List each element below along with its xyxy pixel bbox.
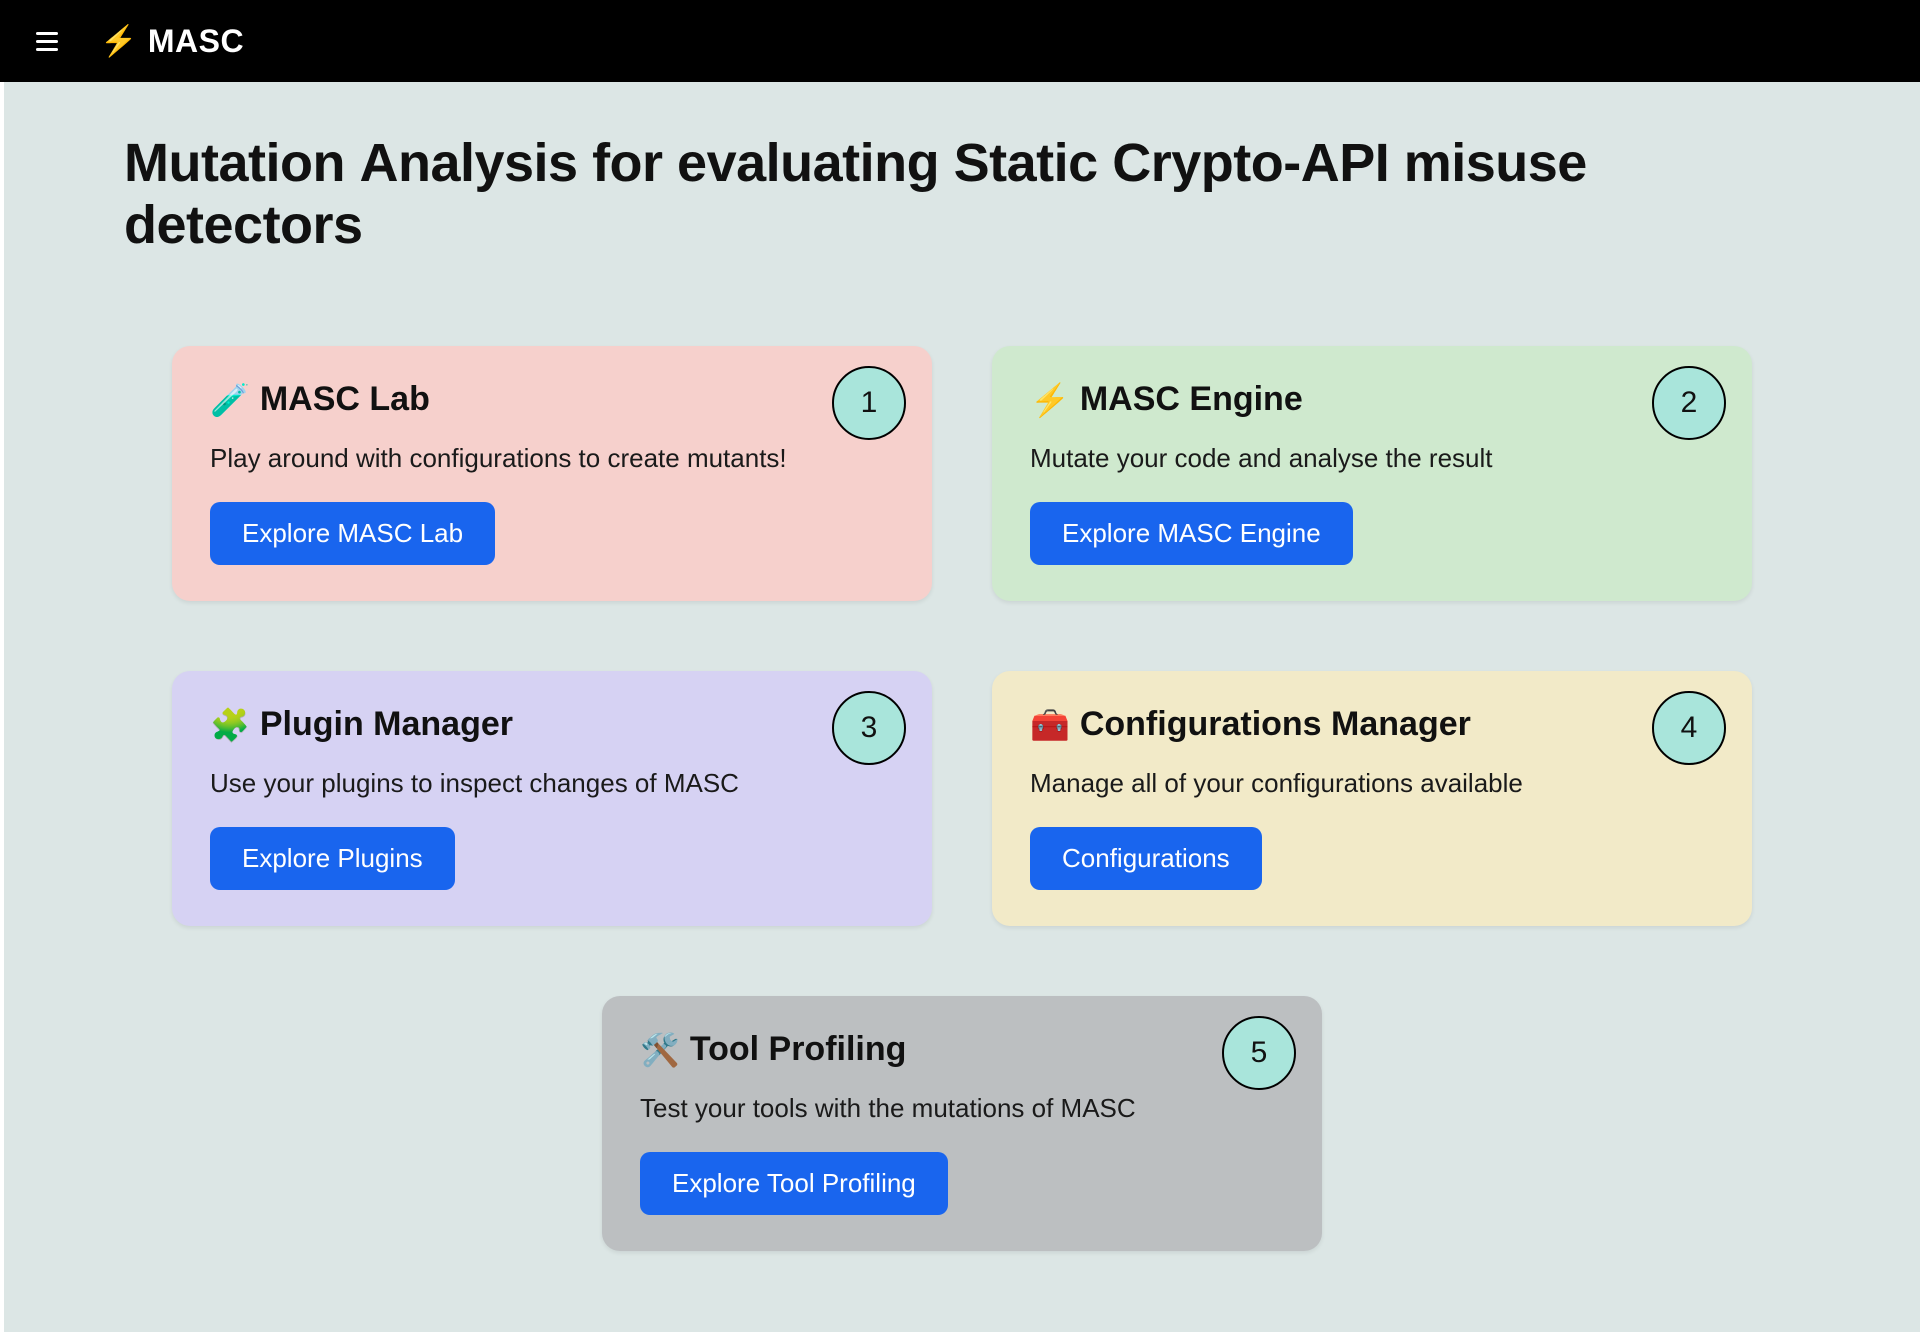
card-title: 🧩 Plugin Manager [210, 705, 894, 744]
top-bar: ⚡ MASC [0, 0, 1920, 82]
toolbox-icon: 🧰 [1030, 706, 1070, 744]
bolt-icon: ⚡ [100, 24, 138, 59]
explore-masc-engine-button[interactable]: Explore MASC Engine [1030, 502, 1353, 565]
step-badge: 3 [832, 691, 906, 765]
card-description: Play around with configurations to creat… [210, 441, 894, 476]
step-badge: 5 [1222, 1016, 1296, 1090]
card-description: Test your tools with the mutations of MA… [640, 1091, 1284, 1126]
brand[interactable]: ⚡ MASC [100, 23, 244, 60]
card-description: Manage all of your configurations availa… [1030, 766, 1714, 801]
card-title: 🧰 Configurations Manager [1030, 705, 1714, 744]
tools-icon: 🛠️ [640, 1031, 680, 1069]
page-body: Mutation Analysis for evaluating Static … [4, 82, 1920, 1332]
test-tube-icon: 🧪 [210, 381, 250, 419]
explore-plugins-button[interactable]: Explore Plugins [210, 827, 455, 890]
puzzle-icon: 🧩 [210, 706, 250, 744]
card-title-text: Plugin Manager [260, 705, 513, 744]
card-title-text: MASC Engine [1080, 380, 1303, 419]
card-title-text: MASC Lab [260, 380, 430, 419]
bolt-icon: ⚡ [1030, 381, 1070, 419]
card-description: Mutate your code and analyse the result [1030, 441, 1714, 476]
explore-masc-lab-button[interactable]: Explore MASC Lab [210, 502, 495, 565]
brand-name: MASC [148, 23, 244, 60]
card-description: Use your plugins to inspect changes of M… [210, 766, 894, 801]
step-badge: 1 [832, 366, 906, 440]
card-grid: 1 🧪 MASC Lab Play around with configurat… [162, 346, 1762, 1251]
card-title: ⚡ MASC Engine [1030, 380, 1714, 419]
configurations-button[interactable]: Configurations [1030, 827, 1262, 890]
card-plugin-manager: 3 🧩 Plugin Manager Use your plugins to i… [172, 671, 932, 926]
page-title: Mutation Analysis for evaluating Static … [94, 132, 1830, 256]
card-configurations-manager: 4 🧰 Configurations Manager Manage all of… [992, 671, 1752, 926]
menu-button[interactable] [36, 27, 64, 55]
card-masc-lab: 1 🧪 MASC Lab Play around with configurat… [172, 346, 932, 601]
card-masc-engine: 2 ⚡ MASC Engine Mutate your code and ana… [992, 346, 1752, 601]
card-title-text: Configurations Manager [1080, 705, 1471, 744]
card-title-text: Tool Profiling [690, 1030, 907, 1069]
step-badge: 2 [1652, 366, 1726, 440]
card-title: 🛠️ Tool Profiling [640, 1030, 1284, 1069]
step-badge: 4 [1652, 691, 1726, 765]
card-title: 🧪 MASC Lab [210, 380, 894, 419]
explore-tool-profiling-button[interactable]: Explore Tool Profiling [640, 1152, 948, 1215]
card-tool-profiling: 5 🛠️ Tool Profiling Test your tools with… [602, 996, 1322, 1251]
